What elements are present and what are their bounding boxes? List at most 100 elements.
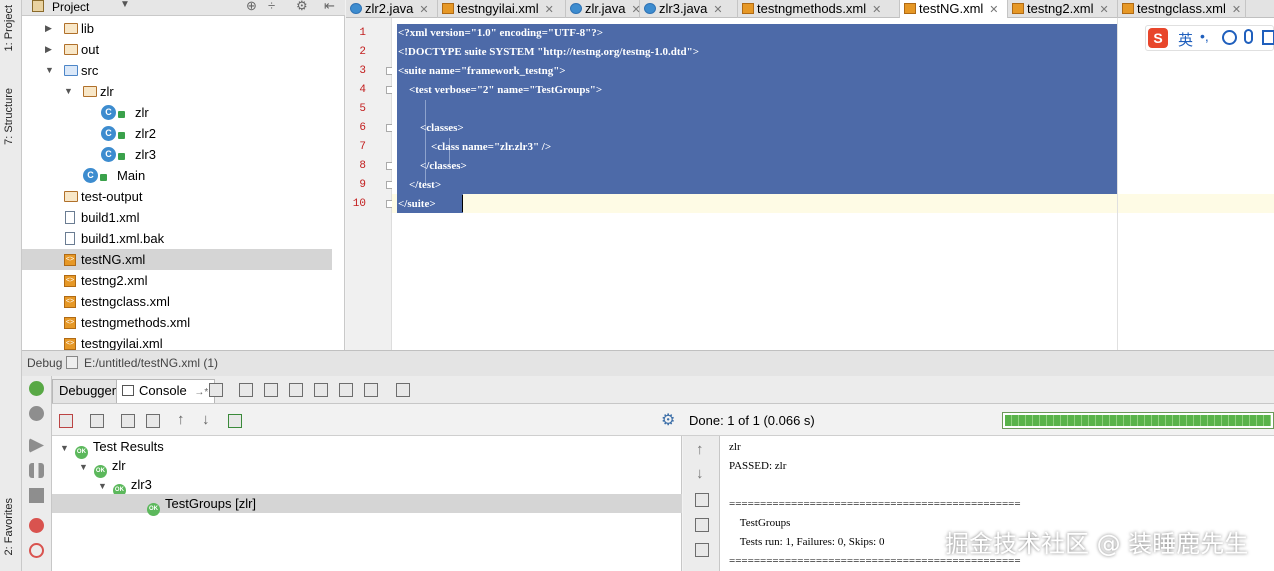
tab-testng2-xml[interactable]: testng2.xml ✕ [1008,0,1118,18]
arrow-down-icon[interactable]: ↓ [696,465,704,482]
tab-debugger[interactable]: Debugger [52,379,124,403]
tree-item-testng-xml[interactable]: <> testNG.xml [22,249,332,270]
collapse-icon[interactable]: ÷ [268,0,275,13]
show-execution-point-icon[interactable] [209,383,223,397]
gear-icon[interactable]: ⚙ [296,0,308,14]
chevron-down-icon[interactable]: ▼ [79,462,88,472]
sort-alpha-icon[interactable] [90,414,104,428]
resume-icon[interactable] [29,438,44,453]
export-icon[interactable] [228,414,242,428]
tree-item-build1-xml[interactable]: build1.xml [22,207,332,228]
favorites-tool-button[interactable]: 2: Favorites [3,498,15,555]
test-result-test-results[interactable]: ▼ OK Test Results [60,437,164,459]
ime-toolbar[interactable]: S 英 •, [1145,25,1274,51]
tab-zlr2-java[interactable]: zlr2.java ✕ [346,0,438,18]
xml-file-icon: <> [64,296,76,308]
chevron-down-icon[interactable]: ▼ [98,481,107,491]
soft-wrap-icon[interactable] [695,493,709,507]
tab-testngclass-xml[interactable]: testngclass.xml ✕ [1118,0,1246,18]
debug-config-path[interactable]: E:/untitled/testNG.xml (1) [84,351,218,375]
print-icon[interactable] [695,543,709,557]
test-result-testgroups-zlr-[interactable]: OK TestGroups [zlr] [147,494,256,516]
step-over-icon[interactable] [239,383,253,397]
xml-file-icon: <> [64,275,76,287]
tab-testng-xml[interactable]: testNG.xml ✕ [900,0,1008,18]
keyboard-icon[interactable] [1262,30,1274,45]
step-into-icon[interactable] [264,383,278,397]
test-result-zlr[interactable]: ▼ OK zlr [79,456,126,478]
tree-item-main[interactable]: C Main [22,165,332,186]
close-icon[interactable]: ✕ [545,4,554,16]
tree-item-zlr[interactable]: Czlr [22,102,332,123]
rerun-icon[interactable] [29,381,44,396]
editor-tab-bar: zlr2.java ✕ testngyilai.xml ✕ zlr.java ✕ zlr3.… [346,0,1274,18]
arrow-up-icon[interactable]: ↑ [177,411,185,428]
tab-zlr3-java[interactable]: zlr3.java ✕ [640,0,738,18]
close-icon[interactable]: ✕ [419,4,428,16]
collapse-all-icon[interactable] [146,414,160,428]
run-to-cursor-icon[interactable] [364,383,378,397]
tree-item-build1-xml-bak[interactable]: build1.xml.bak [22,228,332,249]
expand-all-icon[interactable] [121,414,135,428]
tree-item-out[interactable]: ▶ out [22,39,332,60]
tree-item-label: zlr3 [135,147,156,162]
close-icon[interactable]: ✕ [713,4,722,16]
console-icon [122,385,134,396]
mute-breakpoints-icon[interactable] [29,543,44,558]
tree-item-testngmethods-xml[interactable]: <> testngmethods.xml [22,312,332,333]
sync-icon[interactable]: ⊕ [246,0,257,14]
tab-console[interactable]: Console →* [116,379,216,403]
gear-icon[interactable]: ⚙ [661,410,675,430]
emoji-icon[interactable] [1222,30,1237,45]
chevron-down-icon[interactable]: ▼ [64,81,73,102]
lock-icon [118,132,125,139]
stop-icon[interactable] [29,488,44,503]
close-icon[interactable]: ✕ [989,4,998,16]
progress-fill [1005,415,1271,426]
tree-item-zlr2[interactable]: Czlr2 [22,123,332,144]
tree-item-lib[interactable]: ▶ lib [22,18,332,39]
step-out-icon[interactable] [314,383,328,397]
test-results-tree: ▼ OK Test Results ▼ OK zlr ▼ OK zlr3 OK TestGroups… [52,436,682,571]
tab-label: testngclass.xml [1137,1,1226,16]
tree-item-testngclass-xml[interactable]: <> testngclass.xml [22,291,332,312]
filter-icon[interactable] [59,414,73,428]
tree-item-zlr[interactable]: ▼ zlr [22,81,332,102]
evaluate-icon[interactable] [396,383,410,397]
ime-mode[interactable]: 英 [1178,29,1193,50]
hide-icon[interactable]: ⇤ [324,0,335,14]
punctuation-icon[interactable]: •, [1200,28,1209,44]
java-class-icon: C [83,168,98,183]
tree-item-testng2-xml[interactable]: <> testng2.xml [22,270,332,291]
rerun-failed-icon[interactable] [29,406,44,421]
structure-tool-button[interactable]: 7: Structure [3,88,15,145]
close-icon[interactable]: ✕ [1099,4,1108,16]
tree-item-src[interactable]: ▼ src [22,60,332,81]
tab-testngmethods-xml[interactable]: testngmethods.xml ✕ [738,0,900,18]
right-margin-guide [1117,18,1118,350]
scroll-to-end-icon[interactable] [695,518,709,532]
project-tool-button[interactable]: 1: Project [3,5,15,51]
chevron-right-icon[interactable]: ▶ [45,18,52,39]
tree-item-zlr3[interactable]: Czlr3 [22,144,332,165]
chevron-down-icon[interactable]: ▼ [45,60,54,81]
force-step-into-icon[interactable] [289,383,303,397]
close-icon[interactable]: ✕ [872,4,881,16]
lock-icon [118,153,125,160]
pause-icon[interactable] [29,463,44,478]
microphone-icon[interactable] [1244,29,1253,44]
sogou-logo-icon[interactable]: S [1148,28,1168,48]
view-breakpoints-icon[interactable] [29,518,44,533]
chevron-down-icon[interactable]: ▼ [120,0,130,10]
test-result-zlr3[interactable]: ▼ OK zlr3 [98,475,152,497]
close-icon[interactable]: ✕ [1232,4,1241,16]
chevron-right-icon[interactable]: ▶ [45,39,52,60]
tab-zlr-java[interactable]: zlr.java ✕ [566,0,641,18]
line-number: 7 [359,141,366,153]
drop-frame-icon[interactable] [339,383,353,397]
tree-item-test-output[interactable]: test-output [22,186,332,207]
chevron-down-icon[interactable]: ▼ [60,443,69,453]
tab-testngyilai-xml[interactable]: testngyilai.xml ✕ [438,0,566,18]
arrow-up-icon[interactable]: ↑ [696,441,704,458]
arrow-down-icon[interactable]: ↓ [202,411,210,428]
